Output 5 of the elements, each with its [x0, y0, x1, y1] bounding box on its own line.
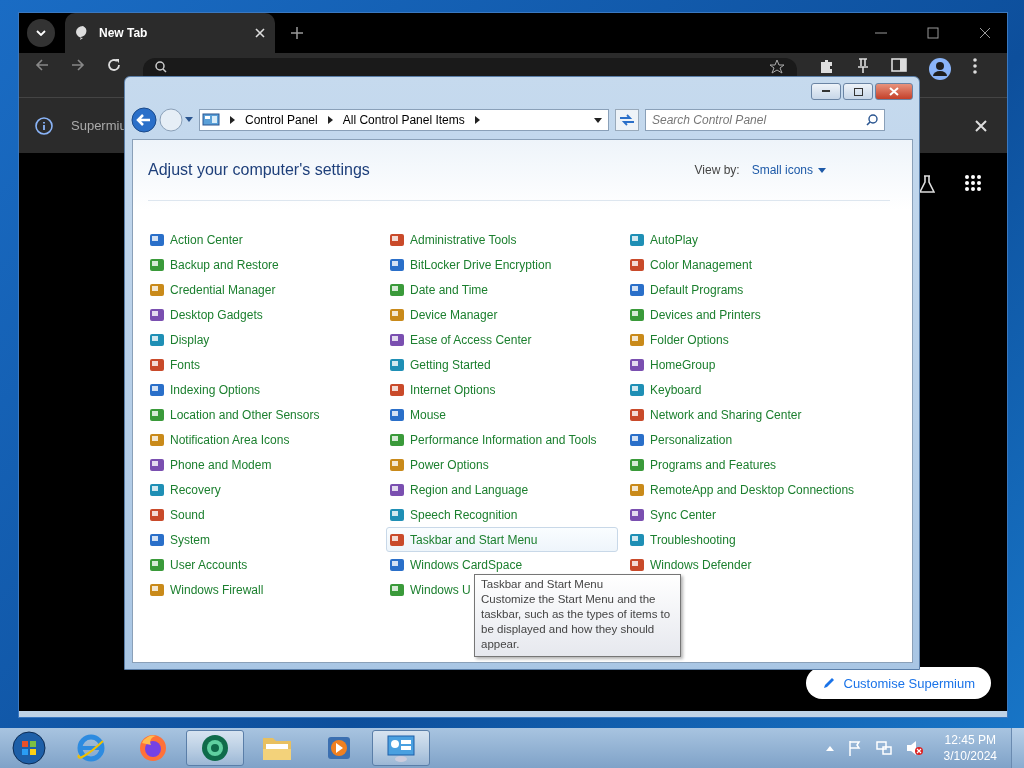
page-heading: Adjust your computer's settings: [148, 161, 370, 179]
tooltip-text: Customize the Start Menu and the taskbar, such as the types of items to be displayed and how they should appear.: [481, 592, 672, 652]
tab-title: New Tab: [99, 26, 149, 40]
tooltip-title: Taskbar and Start Menu: [481, 577, 605, 592]
view-by-label: View by:: [694, 163, 740, 177]
